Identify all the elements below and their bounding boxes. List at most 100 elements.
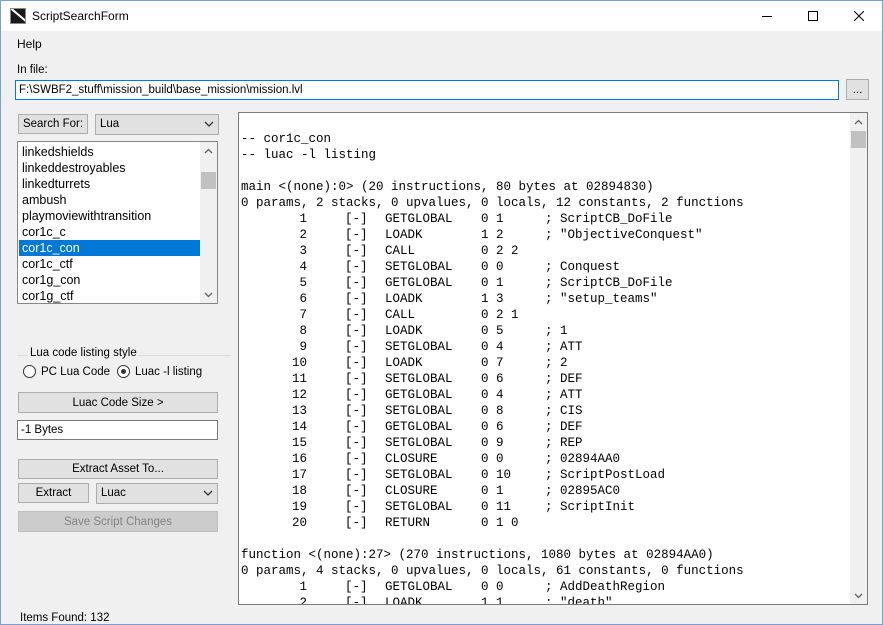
main-window: ScriptSearchForm Help In file: F:\SWBF2_… <box>0 0 883 625</box>
code-token: [-] <box>345 244 368 258</box>
title-bar[interactable]: ScriptSearchForm <box>1 1 882 31</box>
chevron-down-icon <box>204 292 213 297</box>
code-scrollbar[interactable] <box>850 113 867 604</box>
code-token: ; ScriptPostLoad <box>545 468 666 482</box>
code-token: [-] <box>345 212 368 226</box>
list-item[interactable]: cor1c_ctf <box>19 256 201 272</box>
save-script-changes-button[interactable]: Save Script Changes <box>18 511 218 532</box>
code-token: ; Conquest <box>545 260 621 274</box>
code-token: [-] <box>345 436 368 450</box>
scroll-up-button[interactable] <box>200 142 217 159</box>
list-item[interactable]: cor1g_con <box>19 272 201 288</box>
code-line: main <(none):0> (20 instructions, 80 byt… <box>241 180 654 194</box>
radio-pc-lua-label: PC Lua Code <box>41 365 111 378</box>
browse-button[interactable]: ... <box>846 79 869 100</box>
list-item[interactable]: cor1c_con <box>19 240 201 256</box>
code-token: 0 0 <box>481 260 504 274</box>
code-token: RETURN <box>385 516 431 530</box>
code-token: [-] <box>345 596 368 605</box>
code-size-field[interactable]: -1 Bytes <box>17 420 218 440</box>
chevron-up-icon <box>854 119 863 124</box>
code-token: ; ScriptInit <box>545 500 636 514</box>
code-token: [-] <box>345 580 368 594</box>
code-token: ; 02895AC0 <box>545 484 621 498</box>
scroll-thumb[interactable] <box>201 172 216 189</box>
code-token: ; "death" <box>545 596 613 605</box>
chevron-up-icon <box>204 148 213 153</box>
code-token: ; DEF <box>545 420 583 434</box>
code-token: 20 <box>291 516 307 530</box>
radio-circle-checked <box>117 365 130 378</box>
chevron-down-icon <box>204 121 214 127</box>
scroll-up-button[interactable] <box>850 113 867 130</box>
list-item[interactable]: linkeddestroyables <box>19 160 201 176</box>
code-token: 0 2 2 <box>481 244 519 258</box>
list-item[interactable]: ambush <box>19 192 201 208</box>
script-list-scrollbar[interactable] <box>200 142 217 303</box>
code-token: 0 2 1 <box>481 308 519 322</box>
code-token: ; ScriptCB_DoFile <box>545 276 673 290</box>
code-token: [-] <box>345 372 368 386</box>
code-token: ; ATT <box>545 388 583 402</box>
code-token: GETGLOBAL <box>385 276 453 290</box>
code-token: 13 <box>291 404 307 418</box>
scroll-down-button[interactable] <box>850 587 867 604</box>
list-item[interactable]: cor1g_ctf <box>19 288 201 303</box>
maximize-button[interactable] <box>790 1 836 31</box>
infile-input[interactable]: F:\SWBF2_stuff\mission_build\base_missio… <box>15 80 839 100</box>
code-token: 4 <box>299 260 307 274</box>
maximize-icon <box>808 11 818 21</box>
extract-button[interactable]: Extract <box>18 483 89 503</box>
code-token: [-] <box>345 356 368 370</box>
code-token: SETGLOBAL <box>385 372 453 386</box>
extract-format-select[interactable]: Luac <box>96 483 218 504</box>
listing-style-group: Lua code listing style PC Lua Code Luac … <box>17 347 231 385</box>
code-token: 19 <box>291 500 307 514</box>
menu-help[interactable]: Help <box>17 37 42 51</box>
code-token: 1 2 <box>481 228 504 242</box>
listing-style-title: Lua code listing style <box>28 347 139 359</box>
code-token: CALL <box>385 244 416 258</box>
code-token: SETGLOBAL <box>385 260 453 274</box>
list-item[interactable]: cor1c_c <box>19 224 201 240</box>
code-token: 2 <box>299 596 307 605</box>
code-token: SETGLOBAL <box>385 436 453 450</box>
list-item[interactable]: linkedshields <box>19 144 201 160</box>
code-token: 0 9 <box>481 436 504 450</box>
code-token: ; ATT <box>545 340 583 354</box>
radio-pc-lua[interactable]: PC Lua Code <box>23 365 110 378</box>
list-item[interactable]: linkedturrets <box>19 176 201 192</box>
extract-asset-to-button[interactable]: Extract Asset To... <box>18 459 218 479</box>
minimize-button[interactable] <box>744 1 790 31</box>
code-token: 0 0 <box>481 452 504 466</box>
code-listing[interactable]: -- cor1c_con -- luac -l listing main <(non… <box>238 112 868 605</box>
code-token: [-] <box>345 500 368 514</box>
code-token: 16 <box>291 452 307 466</box>
code-token: ; 1 <box>545 324 568 338</box>
extract-format-value: Luac <box>101 487 126 499</box>
code-token: 0 7 <box>481 356 504 370</box>
scroll-thumb[interactable] <box>851 131 866 148</box>
code-token: [-] <box>345 388 368 402</box>
code-token: 15 <box>291 436 307 450</box>
luac-code-size-button[interactable]: Luac Code Size > <box>18 392 218 413</box>
scroll-down-button[interactable] <box>200 286 217 303</box>
code-token: ; 2 <box>545 356 568 370</box>
code-token: [-] <box>345 484 368 498</box>
code-token: [-] <box>345 308 368 322</box>
code-token: SETGLOBAL <box>385 468 453 482</box>
code-line: function <(none):27> (270 instructions, … <box>241 548 714 562</box>
search-for-button[interactable]: Search For: <box>18 114 88 134</box>
code-token: ; "setup_teams" <box>545 292 658 306</box>
code-token: 0 8 <box>481 404 504 418</box>
code-token: 0 6 <box>481 372 504 386</box>
script-list[interactable]: linkedshields linkeddestroyables linkedtur… <box>17 141 218 304</box>
search-type-select[interactable]: Lua <box>95 114 219 135</box>
close-button[interactable] <box>836 1 882 31</box>
radio-luac-listing[interactable]: Luac -l listing <box>117 365 202 378</box>
code-token: LOADK <box>385 596 423 605</box>
code-token: 11 <box>291 372 307 386</box>
radio-luac-listing-label: Luac -l listing <box>135 365 203 378</box>
code-token: SETGLOBAL <box>385 404 453 418</box>
list-item[interactable]: playmoviewithtransition <box>19 208 201 224</box>
